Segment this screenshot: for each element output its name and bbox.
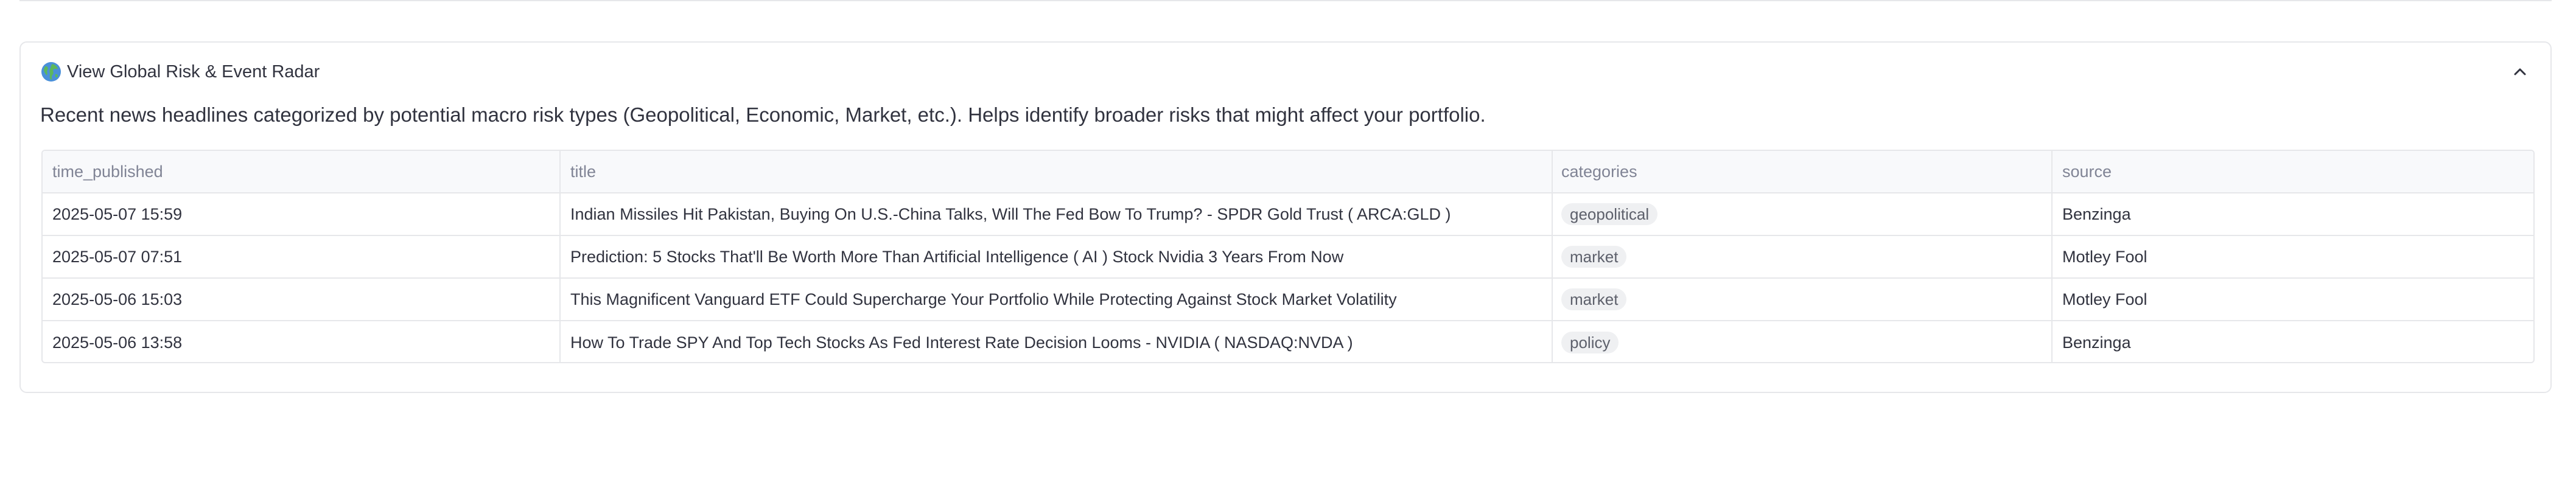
cell-time-published[interactable]: 2025-05-06 15:03 [43, 279, 561, 320]
cell-title[interactable]: This Magnificent Vanguard ETF Could Supe… [561, 279, 1553, 320]
expander-header[interactable]: View Global Risk & Event Radar [21, 43, 2550, 101]
expander-description: Recent news headlines categorized by pot… [40, 103, 1486, 126]
category-pill: market [1561, 246, 1627, 268]
category-pill: policy [1561, 332, 1619, 353]
table-row[interactable]: 2025-05-06 13:58 How To Trade SPY And To… [43, 321, 2533, 362]
cell-title[interactable]: Prediction: 5 Stocks That'll Be Worth Mo… [561, 236, 1553, 277]
globe-icon [41, 62, 61, 82]
cell-source[interactable]: Benzinga [2053, 193, 2533, 235]
column-header-categories[interactable]: categories [1553, 151, 2053, 192]
category-pill: geopolitical [1561, 203, 1658, 225]
table-header-row: time_published title categories source [43, 151, 2533, 193]
cell-categories[interactable]: geopolitical [1553, 193, 2053, 235]
column-header-time-published[interactable]: time_published [43, 151, 561, 192]
cell-title[interactable]: How To Trade SPY And Top Tech Stocks As … [561, 321, 1553, 362]
expander-title-text: View Global Risk & Event Radar [67, 61, 320, 82]
cell-categories[interactable]: policy [1553, 321, 2053, 362]
cell-time-published[interactable]: 2025-05-07 15:59 [43, 193, 561, 235]
expander-title: View Global Risk & Event Radar [40, 61, 320, 83]
table-row[interactable]: 2025-05-06 15:03 This Magnificent Vangua… [43, 279, 2533, 321]
cell-source[interactable]: Benzinga [2053, 321, 2533, 362]
column-header-source[interactable]: source [2053, 151, 2533, 192]
top-divider [19, 0, 2552, 1]
cell-categories[interactable]: market [1553, 279, 2053, 320]
cell-time-published[interactable]: 2025-05-06 13:58 [43, 321, 561, 362]
chevron-up-icon[interactable] [2510, 62, 2530, 82]
category-pill: market [1561, 288, 1627, 310]
column-header-title[interactable]: title [561, 151, 1553, 192]
cell-time-published[interactable]: 2025-05-07 07:51 [43, 236, 561, 277]
table-row[interactable]: 2025-05-07 07:51 Prediction: 5 Stocks Th… [43, 236, 2533, 279]
cell-source[interactable]: Motley Fool [2053, 279, 2533, 320]
table-row[interactable]: 2025-05-07 15:59 Indian Missiles Hit Pak… [43, 193, 2533, 236]
cell-title[interactable]: Indian Missiles Hit Pakistan, Buying On … [561, 193, 1553, 235]
cell-source[interactable]: Motley Fool [2053, 236, 2533, 277]
news-table[interactable]: time_published title categories source 2… [41, 150, 2535, 363]
risk-radar-expander: View Global Risk & Event Radar Recent ne… [19, 41, 2552, 393]
cell-categories[interactable]: market [1553, 236, 2053, 277]
